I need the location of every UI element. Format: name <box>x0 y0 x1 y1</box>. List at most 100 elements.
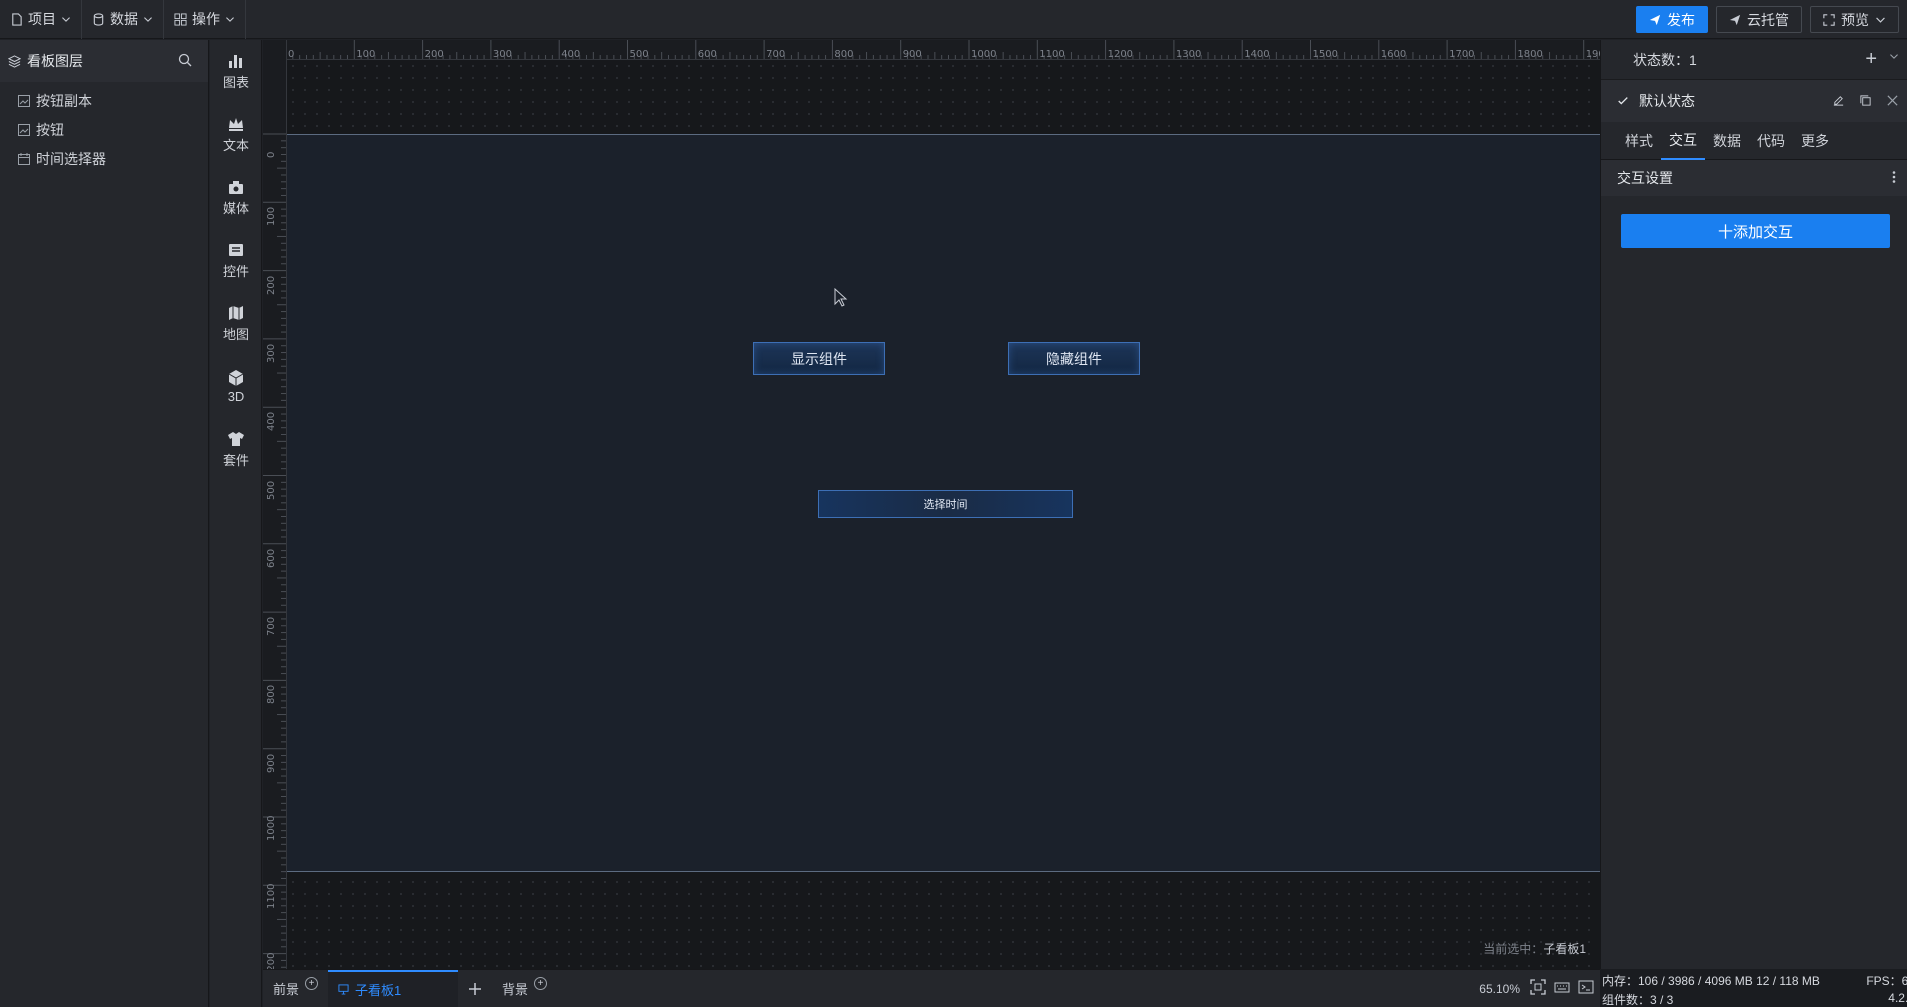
hide-component-button[interactable]: 隐藏组件 <box>1008 342 1140 375</box>
component-chart-label: 图表 <box>222 75 249 90</box>
interaction-settings-title: 交互设置 <box>1617 170 1673 186</box>
ruler-label: 300 <box>492 49 512 60</box>
ruler-label: 800 <box>266 685 277 705</box>
bar-chart-icon <box>229 55 242 68</box>
cloud-hosting-button[interactable]: 云托管 <box>1716 6 1802 33</box>
more-vertical-icon[interactable] <box>1887 170 1901 184</box>
time-picker[interactable]: 选择时间 <box>818 490 1073 518</box>
check-icon <box>1618 97 1628 105</box>
preview-button[interactable]: 预览 <box>1810 6 1899 33</box>
ruler-label: 500 <box>629 49 649 60</box>
publish-button[interactable]: 发布 <box>1636 6 1708 33</box>
add-state-icon[interactable]: + <box>1865 48 1877 71</box>
menu-project[interactable]: 项目 <box>0 0 82 39</box>
dashboard-board[interactable]: 显示组件 隐藏组件 选择时间 <box>287 134 1600 872</box>
grid-icon <box>174 12 187 26</box>
tab-foreground[interactable]: 前景 + <box>263 970 328 1007</box>
ruler-label: 1100 <box>1039 49 1065 60</box>
layer-panel: 看板图层 按钮副本 按钮 时间选择器 <box>0 40 209 1007</box>
mouse-cursor-icon <box>834 288 848 307</box>
menu-operation[interactable]: 操作 <box>164 0 246 39</box>
time-picker-label: 选择时间 <box>923 499 968 511</box>
layer-item[interactable]: 按钮副本 <box>0 86 208 115</box>
media-icon <box>229 181 243 194</box>
component-text[interactable]: 文本 <box>210 103 262 166</box>
ruler-label: 600 <box>697 49 717 60</box>
tab-code[interactable]: 代码 <box>1749 122 1793 160</box>
component-count: 组件数：3 / 3 <box>1602 993 1674 1007</box>
ruler-label: 100 <box>356 49 376 60</box>
component-map[interactable]: 地图 <box>210 292 262 355</box>
add-circle-icon[interactable]: + <box>305 977 319 990</box>
layer-panel-title: 看板图层 <box>27 53 83 69</box>
zoom-level[interactable]: 65.10% <box>1479 982 1520 996</box>
ruler-label: 1800 <box>1517 49 1543 60</box>
layer-item-label: 按钮 <box>36 121 64 138</box>
component-control[interactable]: 控件 <box>210 229 262 292</box>
component-chart[interactable]: 图表 <box>210 40 262 103</box>
preview-label: 预览 <box>1841 11 1869 28</box>
ruler-label: 1100 <box>266 883 277 910</box>
ruler-label: 200 <box>424 49 444 60</box>
component-media-label: 媒体 <box>222 201 249 216</box>
tab-more[interactable]: 更多 <box>1793 122 1837 160</box>
ruler-label: 400 <box>561 49 581 60</box>
close-icon[interactable] <box>1886 94 1899 107</box>
layer-item-label: 按钮副本 <box>36 92 92 109</box>
database-icon <box>93 12 104 26</box>
add-circle-icon[interactable]: + <box>534 977 548 990</box>
component-kit[interactable]: 套件 <box>210 418 262 481</box>
board-tab-bar: 前景 + 子看板1 背景 + 65.10% <box>263 969 1600 1007</box>
editor-canvas[interactable]: 显示组件 隐藏组件 选择时间 当前选中：子看板1 <box>287 60 1600 969</box>
show-component-button[interactable]: 显示组件 <box>753 342 885 375</box>
component-media[interactable]: 媒体 <box>210 166 262 229</box>
component-3d[interactable]: 3D <box>210 355 262 418</box>
ruler-label: 1000 <box>266 815 277 841</box>
map-icon <box>229 306 243 320</box>
chevron-down-icon <box>144 17 152 22</box>
bottom-tools <box>1530 979 1594 995</box>
tab-background[interactable]: 背景 + <box>492 970 557 1007</box>
memory-status: 内存：106 / 3986 / 4096 MB 12 / 118 MB <box>1602 974 1820 988</box>
tab-style[interactable]: 样式 <box>1617 122 1661 160</box>
ruler-label: 800 <box>834 49 854 60</box>
tab-sub-board[interactable]: 子看板1 <box>328 969 459 1007</box>
property-tabs: 样式 交互 数据 代码 更多 <box>1601 122 1907 160</box>
layers-icon <box>8 54 21 68</box>
chevron-down-icon <box>62 17 70 22</box>
ruler-label: 0 <box>266 151 277 158</box>
chevron-down-icon[interactable] <box>1889 51 1899 61</box>
ruler-label: 1200 <box>266 952 277 969</box>
ruler-vertical: 0 100 200 300 400 500 600 700 800 900 1000 1100 1200 <box>263 40 287 969</box>
file-icon <box>12 12 22 26</box>
status-bar: 内存：106 / 3986 / 4096 MB 12 / 118 MB 组件数：… <box>1600 969 1907 1007</box>
component-control-label: 控件 <box>222 264 249 279</box>
hide-component-label: 隐藏组件 <box>1046 350 1102 367</box>
tab-interaction[interactable]: 交互 <box>1661 122 1705 160</box>
layer-item[interactable]: 按钮 <box>0 115 208 144</box>
send-icon <box>1649 14 1661 25</box>
terminal-icon[interactable] <box>1578 979 1594 995</box>
current-selection-value: 子看板1 <box>1543 942 1586 956</box>
fullscreen-icon <box>1823 13 1835 26</box>
tab-sub-board-label: 子看板1 <box>355 983 402 998</box>
ruler-label: 1700 <box>1449 49 1475 60</box>
add-board-button[interactable] <box>458 970 492 1007</box>
ruler-label: 1300 <box>1175 49 1202 60</box>
copy-icon[interactable] <box>1859 94 1872 107</box>
ruler-label: 1600 <box>1380 49 1407 60</box>
edit-icon[interactable] <box>1832 94 1845 107</box>
layer-item[interactable]: 时间选择器 <box>0 144 208 173</box>
fit-screen-icon[interactable] <box>1530 979 1546 995</box>
menu-data[interactable]: 数据 <box>82 0 164 39</box>
tab-data[interactable]: 数据 <box>1705 122 1749 160</box>
search-icon[interactable] <box>178 53 192 67</box>
menu-data-label: 数据 <box>110 11 138 27</box>
ruler-label: 700 <box>766 49 786 60</box>
add-interaction-button[interactable]: 十添加交互 <box>1621 214 1890 248</box>
keyboard-icon[interactable] <box>1554 979 1570 995</box>
default-state-row[interactable]: 默认状态 <box>1601 79 1907 122</box>
image-icon <box>18 94 30 107</box>
interaction-settings-header: 交互设置 <box>1601 160 1907 196</box>
fps-status: FPS：60 <box>1866 974 1907 988</box>
